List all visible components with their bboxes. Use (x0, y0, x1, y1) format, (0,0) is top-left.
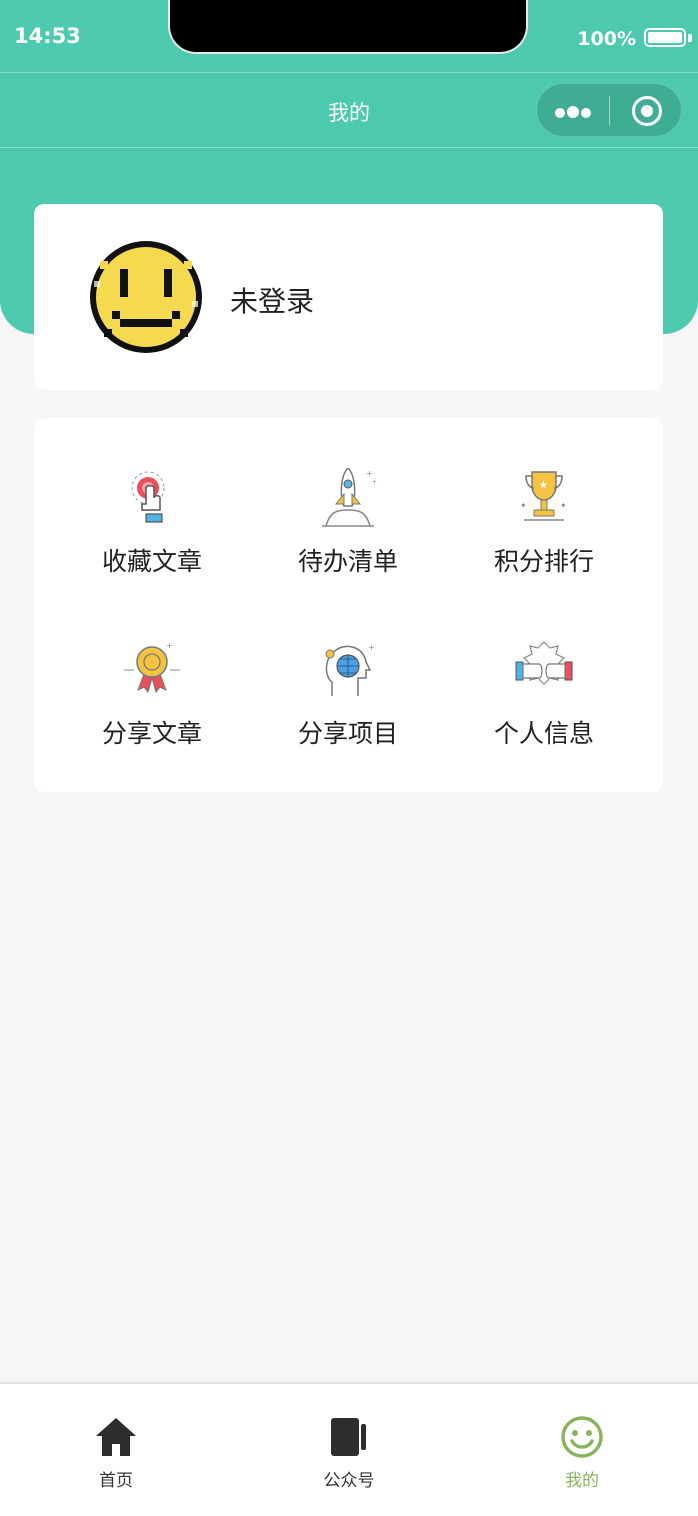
menu-label: 分享文章 (101, 719, 202, 748)
battery-icon (644, 28, 686, 47)
trophy-icon: ★ ✦ ✦ (520, 471, 567, 521)
menu-item-ranking[interactable]: ★ ✦ ✦ 积分排行 (446, 468, 642, 618)
capsule-divider (609, 96, 610, 126)
menu-label: 积分排行 (493, 547, 594, 576)
menu-label: 个人信息 (493, 719, 594, 748)
close-target-icon[interactable] (632, 96, 662, 126)
tab-label: 首页 (99, 1471, 133, 1491)
svg-text:✦: ✦ (560, 501, 567, 510)
tab-label: 我的 (565, 1471, 599, 1491)
profile-card[interactable]: 未登录 (34, 204, 663, 390)
menu-item-todo[interactable]: + + 待办清单 (250, 468, 446, 618)
menu-label: 分享项目 (297, 719, 398, 748)
svg-text:✦: ✦ (520, 501, 527, 510)
menu-item-collect[interactable]: 收藏文章 (54, 468, 250, 618)
avatar-smiley-icon[interactable] (90, 241, 202, 353)
menu-item-profile[interactable]: 个人信息 (446, 640, 642, 790)
fist-bump-icon (515, 641, 573, 685)
screen-notch (168, 0, 528, 54)
medal-icon: + (124, 641, 180, 694)
tap-button-icon (131, 471, 165, 523)
battery-percent: 100% (577, 28, 636, 50)
tab-home[interactable]: 首页 (0, 1384, 232, 1516)
tab-official-account[interactable]: 公众号 (233, 1384, 465, 1516)
smile-icon (561, 1416, 603, 1458)
menu-item-share-article[interactable]: + 分享文章 (54, 640, 250, 790)
bottom-tab-bar: 首页 公众号 我的 (0, 1382, 698, 1516)
svg-text:+: + (366, 469, 373, 478)
menu-grid: 收藏文章 + + 待办清单 ★ ✦ ✦ 积分排行 + 分享文章 + 分享项目 个… (34, 418, 663, 792)
svg-text:★: ★ (539, 480, 548, 491)
more-icon[interactable] (555, 103, 595, 118)
notebook-icon (331, 1418, 366, 1456)
tab-mine[interactable]: 我的 (466, 1384, 698, 1516)
svg-text:+: + (372, 479, 377, 486)
menu-item-share-project[interactable]: + 分享项目 (250, 640, 446, 790)
miniprogram-capsule (536, 83, 682, 137)
status-time: 14:53 (14, 24, 81, 48)
svg-text:+: + (368, 643, 375, 652)
head-globe-icon: + (325, 643, 375, 696)
rocket-icon: + + (322, 468, 377, 527)
status-bar: 14:53 100% (0, 0, 698, 72)
tab-label: 公众号 (323, 1471, 375, 1491)
svg-text:+: + (166, 641, 173, 650)
menu-label: 待办清单 (297, 547, 398, 576)
login-status[interactable]: 未登录 (230, 280, 314, 320)
home-icon (96, 1418, 136, 1456)
battery-tip (688, 34, 692, 42)
menu-label: 收藏文章 (101, 547, 202, 576)
navigation-bar: 我的 (0, 72, 698, 148)
